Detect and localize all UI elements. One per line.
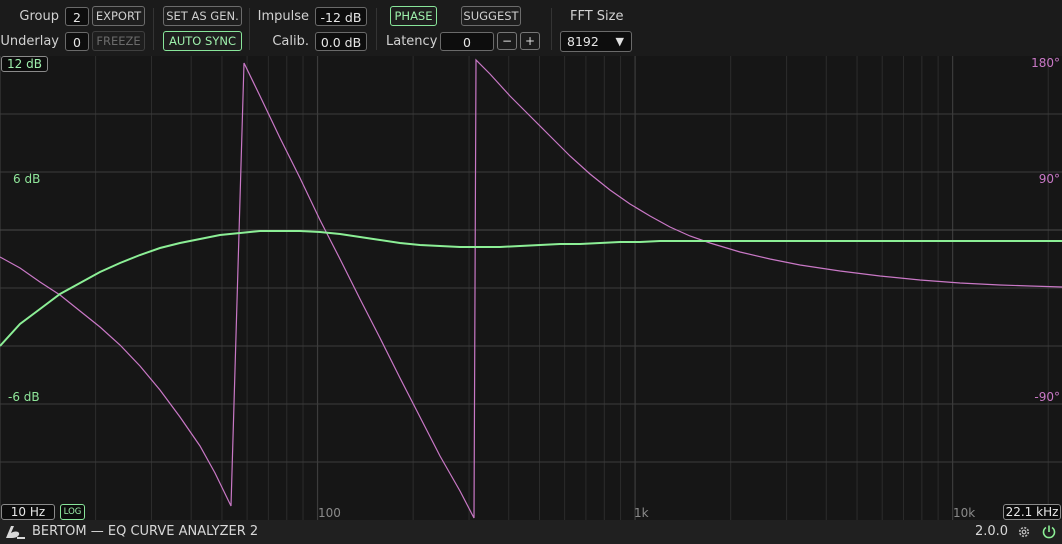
version-label: 2.0.0 (975, 524, 1009, 539)
x-axis-label-1k: 1k (634, 506, 649, 520)
gear-icon[interactable] (1017, 525, 1031, 539)
set-as-gen-button[interactable]: SET AS GEN. (163, 6, 242, 26)
phase-button[interactable]: PHASE (390, 6, 437, 26)
app-title: BERTOM — EQ CURVE ANALYZER 2 (32, 524, 259, 539)
auto-sync-button[interactable]: AUTO SYNC (163, 31, 242, 51)
phase-axis-label-minus90: -90° (1034, 390, 1060, 404)
max-frequency-field[interactable]: 22.1 kHz (1003, 504, 1061, 520)
latency-field[interactable]: 0 (440, 32, 494, 51)
latency-label: Latency (386, 34, 438, 49)
phase-axis-label-90: 90° (1038, 172, 1060, 186)
x-axis-label-100: 100 (318, 506, 341, 520)
fft-size-value: 8192 (567, 34, 599, 49)
min-frequency-field[interactable]: 10 Hz (1, 504, 55, 520)
separator (376, 8, 377, 50)
footer: BERTOM — EQ CURVE ANALYZER 2 2.0.0 (0, 520, 1062, 544)
underlay-field[interactable]: 0 (65, 32, 89, 51)
latency-increment-button[interactable]: + (520, 32, 540, 50)
underlay-label: Underlay (0, 34, 59, 49)
separator (551, 8, 552, 50)
fft-size-label: FFT Size (570, 9, 624, 24)
group-field[interactable]: 2 (65, 7, 89, 26)
impulse-field[interactable]: -12 dB (315, 7, 367, 26)
latency-decrement-button[interactable]: − (497, 32, 517, 50)
phase-axis-top-label: 180° (1031, 56, 1060, 70)
analyzer-graph (0, 56, 1062, 520)
y-axis-top-label: 12 dB (1, 56, 48, 72)
fft-size-select[interactable]: 8192 ▼ (560, 31, 632, 52)
separator (153, 8, 154, 50)
y-axis-label-6db: 6 dB (13, 172, 41, 186)
x-axis-label-10k: 10k (953, 506, 976, 520)
export-button[interactable]: EXPORT (92, 6, 145, 26)
suggest-button[interactable]: SUGGEST (461, 6, 521, 26)
power-icon[interactable] (1041, 524, 1057, 540)
calib-field[interactable]: 0.0 dB (315, 32, 367, 51)
chevron-down-icon: ▼ (615, 35, 624, 48)
freeze-button[interactable]: FREEZE (92, 31, 145, 51)
toolbar: Group 2 Underlay 0 EXPORT FREEZE SET AS … (0, 0, 1062, 56)
analyzer-plot[interactable]: 12 dB 6 dB -6 dB 180° 90° -90° 100 1k 10… (0, 56, 1062, 520)
y-axis-label-minus6db: -6 dB (8, 390, 40, 404)
calib-label: Calib. (272, 34, 309, 49)
impulse-label: Impulse (257, 9, 309, 24)
log-scale-toggle[interactable]: LOG (60, 504, 85, 520)
group-label: Group (19, 9, 59, 24)
bertom-logo-icon (6, 526, 25, 539)
